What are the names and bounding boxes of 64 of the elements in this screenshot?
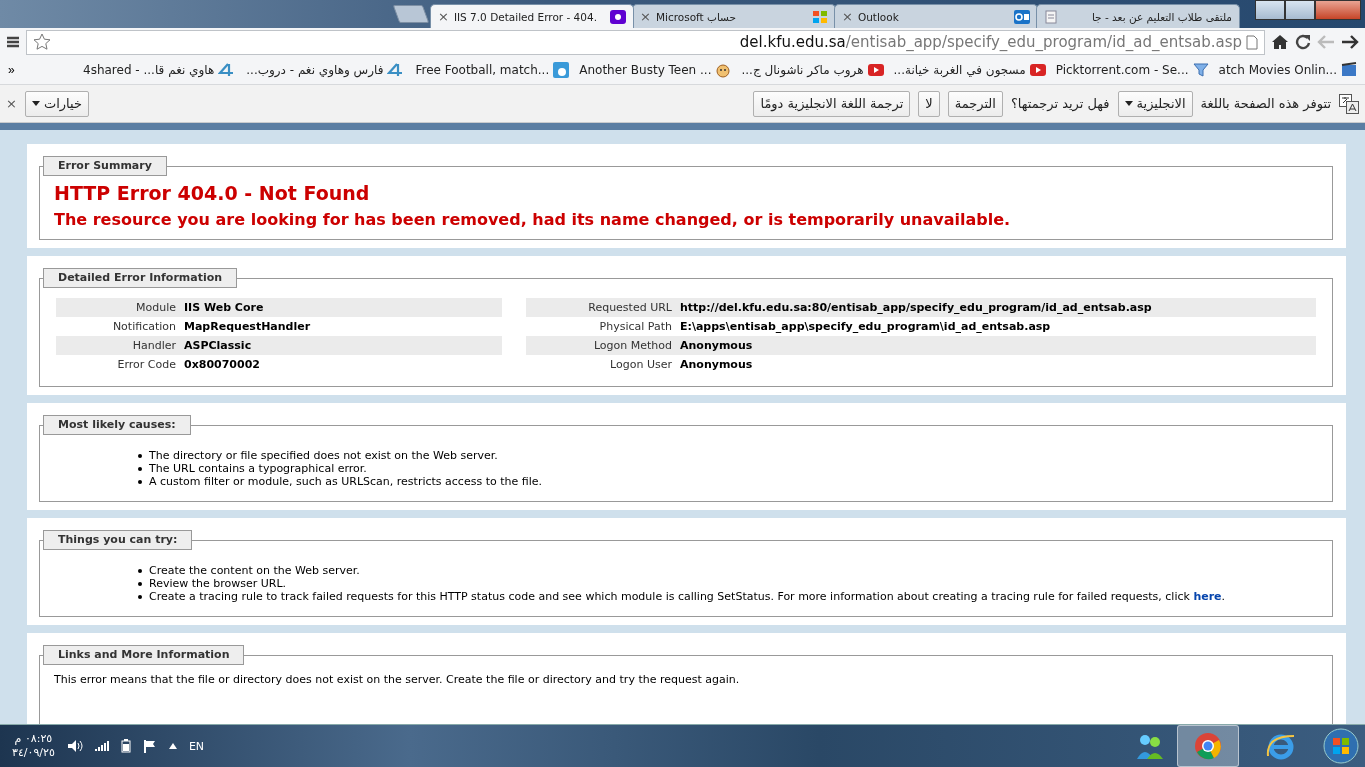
address-bar[interactable]: del.kfu.edu.sa/entisab_app/specify_edu_program/id_ad_entsab.asp: [26, 29, 1265, 55]
bookmarks-more-button[interactable]: »: [8, 63, 15, 77]
tab-title: IIS 7.0 Detailed Error - 404.: [453, 10, 598, 23]
tab-close-button[interactable]: ×: [842, 9, 853, 24]
section-title: Error Summary: [43, 156, 167, 176]
close-bar-button[interactable]: ×: [6, 96, 17, 111]
no-button[interactable]: لا: [918, 90, 940, 117]
options-dropdown[interactable]: خيارات: [24, 90, 89, 117]
bookmark-item[interactable]: Free Football, match...: [415, 62, 570, 78]
tab-title: Microsoft حساب: [655, 10, 737, 23]
list-item-text: A custom filter or module, such as URLScan, restricts access to the file.: [149, 475, 542, 488]
info-text: This error means that the file or directory does not exist on the server. Create the file or directory and try the request again.: [54, 673, 741, 686]
detail-label: Requested URL: [587, 301, 673, 314]
error-message: The resource you are looking for has been removed, had its name changed, or is temporarily unavailable.: [54, 210, 1012, 229]
translate-message: تتوفر هذه الصفحة باللغة: [1200, 96, 1331, 111]
bookmark-item[interactable]: Another Busty Teen ...: [579, 62, 732, 78]
detail-value: MapRequestHandler: [184, 320, 312, 333]
list-item-text: The directory or file specified does not exist on the Web server.: [149, 449, 498, 462]
detail-value: Anonymous: [680, 358, 754, 371]
browser-tab[interactable]: × Microsoft حساب: [632, 4, 836, 28]
list-item-text: The URL contains a typographical error.: [149, 462, 367, 475]
section-title: Detailed Error Information: [43, 268, 238, 288]
detail-value: 0x80070002: [184, 358, 261, 371]
list-item-text: Create a tracing rule to track failed requests for this HTTP status code and see which module is calling SetStatus. For more information about creating a tracing rule for failed requests, click here.: [149, 590, 1226, 603]
help-link[interactable]: here: [1193, 590, 1222, 603]
error-heading: HTTP Error 404.0 - Not Found: [54, 182, 371, 204]
tab-title: ملتقى طلاب التعليم عن بعد - جا: [1090, 10, 1232, 23]
detail-label: Module: [135, 301, 177, 314]
clock-date[interactable]: ٣٤/٠٩/٢٥: [12, 746, 55, 760]
bookmark-title: Picktorrent.com - Se...: [1055, 63, 1189, 77]
translate-button[interactable]: الترجمة: [947, 90, 1003, 117]
bookmark-item[interactable]: Picktorrent.com - Se...: [1055, 62, 1209, 78]
detail-value: http://del.kfu.edu.sa:80/entisab_app/specify_edu_program/id_ad_entsab.asp: [680, 301, 1153, 314]
tab-title: Outlook: [857, 10, 900, 23]
detail-label: Notification: [111, 320, 177, 333]
browser-tab[interactable]: × Outlook: [834, 4, 1038, 28]
bookmark-title: Another Busty Teen ...: [579, 63, 712, 77]
bookmark-item[interactable]: atch Movies Onlin...: [1218, 62, 1357, 78]
tab-close-button[interactable]: ×: [640, 9, 651, 24]
detail-value: E:\apps\entisab_app\specify_edu_program\id_ad_entsab.asp: [680, 320, 1052, 333]
always-translate-button[interactable]: ترجمة اللغة الانجليزية دومًا: [753, 90, 911, 117]
detail-value: IIS Web Core: [184, 301, 265, 314]
detail-value: Anonymous: [680, 339, 754, 352]
detail-label: Physical Path: [598, 320, 673, 333]
bookmark-title: atch Movies Onlin...: [1218, 63, 1337, 77]
detail-label: Handler: [131, 339, 177, 352]
browser-tab[interactable]: × IIS 7.0 Detailed Error - 404.: [430, 4, 634, 28]
input-language[interactable]: EN: [188, 739, 205, 753]
detail-label: Logon User: [609, 358, 673, 371]
browser-tab[interactable]: ملتقى طلاب التعليم عن بعد - جا: [1036, 4, 1240, 28]
list-item-text: Create the content on the Web server.: [149, 564, 360, 577]
detail-value: ASPClassic: [184, 339, 253, 352]
section-title: Links and More Information: [43, 645, 245, 665]
language-dropdown[interactable]: الانجليزية: [1117, 90, 1193, 117]
list-item-text: Review the browser URL.: [149, 577, 287, 590]
clock-time[interactable]: ٠٨:٢٥ م: [14, 732, 53, 746]
url-text: del.kfu.edu.sa/entisab_app/specify_edu_program/id_ad_entsab.asp: [738, 33, 1242, 51]
section-title: Things you can try:: [43, 530, 193, 550]
detail-label: Logon Method: [592, 339, 673, 352]
detail-label: Error Code: [116, 358, 177, 371]
translate-question: فهل تريد ترجمتها؟: [1010, 96, 1110, 111]
section-title: Most likely causes:: [43, 415, 191, 435]
bookmark-title: Free Football, match...: [415, 63, 550, 77]
tab-close-button[interactable]: ×: [438, 9, 449, 24]
